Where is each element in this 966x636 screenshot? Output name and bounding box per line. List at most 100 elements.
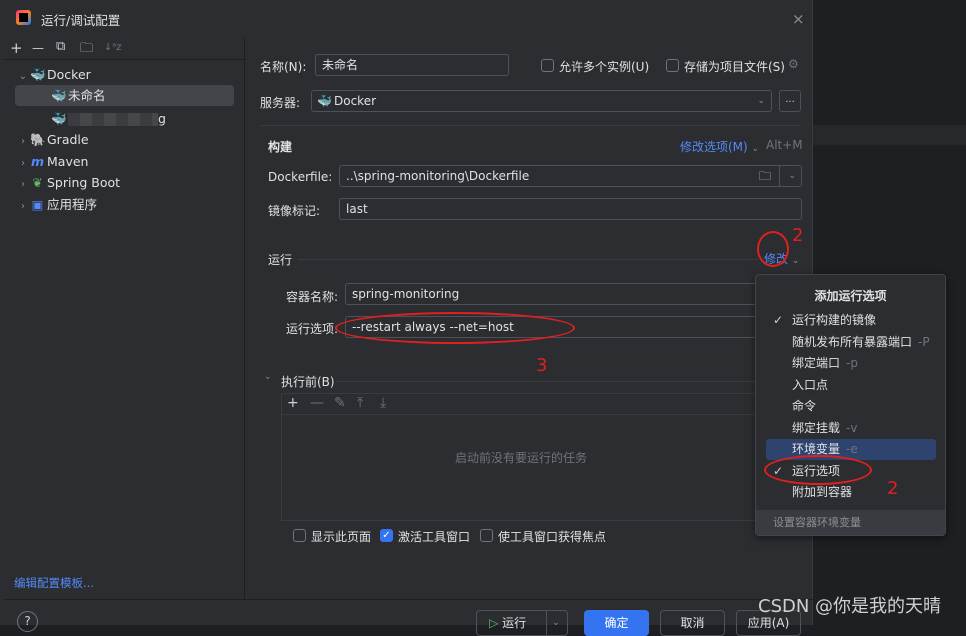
folder-icon[interactable]: 🗀 xyxy=(759,166,771,186)
docker-icon: 🐳 xyxy=(30,67,46,82)
popup-item-label: 绑定挂载 xyxy=(792,420,841,435)
show-page-label: 显示此页面 xyxy=(311,530,372,544)
store-as-file-checkbox[interactable] xyxy=(666,59,679,72)
popup-item-shortcut: -e xyxy=(846,442,858,456)
popup-item[interactable]: 附加到容器 xyxy=(766,482,936,503)
divider xyxy=(260,125,801,126)
run-options-label: 运行选项: xyxy=(286,322,339,336)
focus-tool-window-label: 使工具窗口获得焦点 xyxy=(498,530,607,544)
new-folder-icon[interactable]: 🗀 xyxy=(80,39,93,61)
popup-item-label: 环境变量 xyxy=(792,442,841,456)
modify-options-link[interactable]: 修改选项(M) ⌄ xyxy=(680,138,759,155)
popup-item[interactable]: 入口点 xyxy=(766,375,936,396)
remove-task-icon[interactable]: — xyxy=(310,395,324,411)
edit-task-icon[interactable]: ✎ xyxy=(334,395,346,411)
run-icon: ▷ xyxy=(489,616,499,630)
image-tag-input[interactable]: last xyxy=(339,198,802,220)
tree-item-spring-boot[interactable]: › ❦ Spring Boot xyxy=(16,172,120,193)
chevron-down-icon[interactable]: ⌄ xyxy=(788,166,796,186)
before-launch-tasks: + — ✎ ⤒ ⤓ 启动前没有要运行的任务 xyxy=(281,393,761,521)
annotation-number: 2 xyxy=(887,478,899,499)
popup-item[interactable]: 环境变量 -e xyxy=(766,439,936,460)
ok-button[interactable]: 确定 xyxy=(584,610,649,636)
popup-title: 添加运行选项 xyxy=(814,289,887,303)
divider xyxy=(336,381,761,382)
dialog-title: 运行/调试配置 xyxy=(41,13,121,28)
dockerfile-input[interactable]: ..\spring-monitoring\Dockerfile 🗀 ⌄ xyxy=(339,165,802,187)
focus-tool-window-checkbox[interactable] xyxy=(480,529,493,542)
move-up-icon[interactable]: ⤒ xyxy=(357,395,363,411)
run-options-input[interactable]: --restart always --net=host xyxy=(345,316,775,338)
edit-config-templates-link[interactable]: 编辑配置模板... xyxy=(14,575,94,591)
docker-icon: 🐳 xyxy=(51,111,67,126)
modify-options-shortcut: Alt+M xyxy=(766,138,803,152)
background-editor-line xyxy=(813,125,966,145)
docker-icon: 🐳 xyxy=(51,88,67,103)
popup-item-shortcut: -v xyxy=(846,420,858,435)
popup-item-label: 运行选项 xyxy=(792,463,841,478)
chevron-down-icon: ⌄ xyxy=(751,144,760,154)
chevron-down-icon[interactable]: ⌄ xyxy=(16,66,30,87)
build-section-title: 构建 xyxy=(268,140,293,154)
modify-run-link[interactable]: 修改 ⌄ xyxy=(764,250,799,267)
popup-item[interactable]: 绑定端口 -p xyxy=(766,353,936,374)
chevron-right-icon[interactable]: › xyxy=(16,174,30,195)
chevron-down-icon: ⌄ xyxy=(791,256,800,266)
popup-item[interactable]: ✓ 运行选项 xyxy=(766,461,936,482)
server-label: 服务器: xyxy=(260,96,301,110)
add-task-icon[interactable]: + xyxy=(287,395,299,411)
run-button[interactable]: ▷ 运行 ⌄ xyxy=(476,610,568,636)
add-run-options-popup: 添加运行选项 ✓ 运行构建的镜像 随机发布所有暴露端口 -P 绑定端口 -p 入口点 命令 绑定… xyxy=(755,274,946,536)
server-select[interactable]: 🐳 Docker ⌄ xyxy=(311,90,772,112)
dockerfile-label: Dockerfile: xyxy=(268,170,333,184)
chevron-right-icon[interactable]: › xyxy=(16,153,30,174)
copy-icon[interactable]: ⧉ xyxy=(56,39,65,54)
tree-item-docker[interactable]: ⌄ 🐳Docker xyxy=(16,64,236,85)
chevron-down-icon[interactable]: ⌄ xyxy=(264,372,272,382)
chevron-right-icon[interactable]: › xyxy=(16,131,30,152)
config-form: 名称(N): 未命名 允许多个实例(U) 存储为项目文件(S) ⚙ 服务器: 🐳… xyxy=(246,37,813,599)
activate-tool-window-label: 激活工具窗口 xyxy=(398,530,471,544)
application-icon: ▣ xyxy=(31,197,44,212)
close-icon[interactable]: × xyxy=(792,10,805,28)
sort-icon[interactable]: ↓ᵃz xyxy=(104,42,122,53)
maven-icon: m xyxy=(30,154,45,169)
check-icon: ✓ xyxy=(773,463,784,478)
tree-item-redacted[interactable]: 🐳 g xyxy=(15,108,234,129)
activate-tool-window-checkbox[interactable]: ✓ xyxy=(380,529,393,542)
divider xyxy=(298,259,758,260)
help-button[interactable]: ? xyxy=(17,611,38,632)
config-tree-pane: + — ⧉ 🗀 ↓ᵃz ⌄ 🐳Docker 🐳未命名 🐳 g › 🐘Gradle › m… xyxy=(4,37,245,599)
add-icon[interactable]: + xyxy=(10,39,23,57)
popup-item[interactable]: 绑定挂载 -v xyxy=(766,418,936,439)
tree-toolbar: + — ⧉ 🗀 ↓ᵃz xyxy=(4,37,245,60)
cancel-button[interactable]: 取消 xyxy=(660,610,725,636)
more-button[interactable]: ... xyxy=(779,90,801,112)
remove-icon[interactable]: — xyxy=(32,41,44,55)
no-tasks-text: 启动前没有要运行的任务 xyxy=(454,451,587,465)
popup-item-label: 随机发布所有暴露端口 xyxy=(792,334,913,349)
before-launch-label[interactable]: 执行前(B) xyxy=(281,373,335,390)
name-input[interactable]: 未命名 xyxy=(315,54,509,76)
gear-icon[interactable]: ⚙ xyxy=(788,57,799,71)
show-page-checkbox[interactable] xyxy=(293,529,306,542)
title-bar: 运行/调试配置 × xyxy=(4,0,813,37)
move-down-icon[interactable]: ⤓ xyxy=(380,395,386,411)
tree-item-unnamed[interactable]: 🐳未命名 xyxy=(15,85,234,106)
chevron-right-icon[interactable]: › xyxy=(16,196,30,217)
popup-item-label: 运行构建的镜像 xyxy=(792,313,877,327)
container-name-input[interactable]: spring-monitoring xyxy=(345,283,775,305)
allow-multiple-checkbox[interactable] xyxy=(541,59,554,72)
popup-item[interactable]: 命令 xyxy=(766,396,936,417)
popup-item-label: 入口点 xyxy=(792,377,829,392)
gradle-icon: 🐘 xyxy=(30,132,46,147)
allow-multiple-label: 允许多个实例(U) xyxy=(559,60,650,74)
tree-item-maven[interactable]: › m Maven xyxy=(16,151,88,172)
annotation-number: 3 xyxy=(536,355,548,376)
chevron-down-icon[interactable]: ⌄ xyxy=(552,611,560,635)
popup-item[interactable]: 随机发布所有暴露端口 -P xyxy=(766,332,936,353)
tree-item-application[interactable]: › ▣ 应用程序 xyxy=(16,194,97,215)
store-as-file-label: 存储为项目文件(S) xyxy=(684,60,785,74)
popup-item[interactable]: ✓ 运行构建的镜像 xyxy=(766,310,936,331)
tree-item-gradle[interactable]: › 🐘Gradle xyxy=(16,129,89,150)
